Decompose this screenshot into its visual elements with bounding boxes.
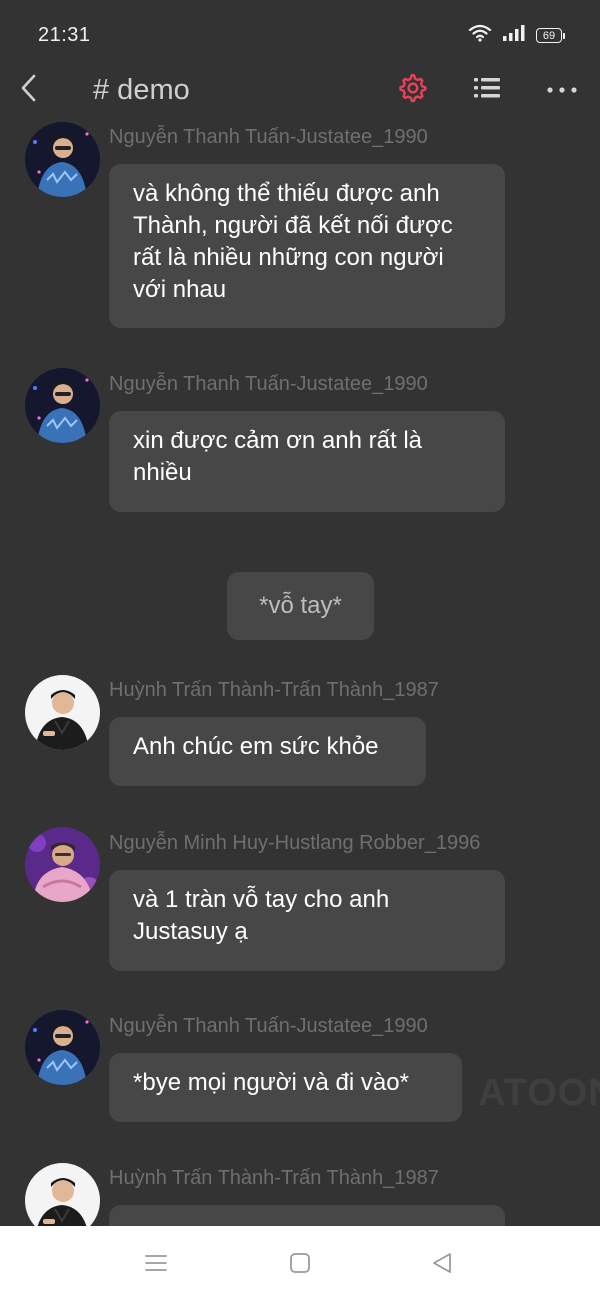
sender-name[interactable]: Huỳnh Trấn Thành-Trấn Thành_1987: [109, 679, 439, 702]
message-text-line: Thành, người đã kết nối được: [133, 212, 453, 239]
system-nav-bar: [0, 1226, 600, 1300]
message-text-line: và 1 tràn vỗ tay cho anh: [133, 886, 390, 913]
sender-name[interactable]: Nguyễn Thanh Tuấn-Justatee_1990: [109, 126, 428, 149]
sender-name[interactable]: Nguyễn Minh Huy-Hustlang Robber_1996: [109, 832, 480, 855]
back-arrow-icon: [19, 74, 37, 107]
list-icon: [473, 76, 501, 105]
battery-level: 69: [542, 29, 556, 42]
action-message[interactable]: *vỗ tay*: [227, 572, 374, 640]
message-text-line: rất là nhiều những con người: [133, 244, 444, 271]
wifi-icon: [468, 24, 492, 47]
home-button[interactable]: [285, 1250, 315, 1280]
watermark-text: ATOON: [478, 1072, 600, 1114]
message-text-line: *bye mọi người và đi vào*: [133, 1069, 409, 1096]
menu-icon: [144, 1253, 168, 1278]
settings-button[interactable]: [392, 72, 432, 108]
avatar[interactable]: [25, 122, 100, 197]
gear-icon: [397, 73, 427, 108]
system-back-button[interactable]: [427, 1250, 457, 1280]
status-time: 21:31: [38, 24, 91, 46]
message-list[interactable]: Nguyễn Thanh Tuấn-Justatee_1990 và không…: [0, 122, 600, 1226]
home-square-icon: [289, 1252, 311, 1279]
more-dots-icon: [547, 81, 577, 99]
sender-name[interactable]: Nguyễn Thanh Tuấn-Justatee_1990: [109, 1015, 428, 1038]
avatar[interactable]: [25, 1010, 100, 1085]
message-text-line: và không thể thiếu được anh: [133, 180, 440, 207]
message-bubble[interactable]: và 1 tràn vỗ tay cho anh Justasuy ạ: [109, 870, 505, 971]
back-button[interactable]: [12, 70, 44, 110]
message-text-line: xin được cảm ơn anh rất là: [133, 427, 422, 454]
more-button[interactable]: [542, 72, 582, 108]
battery-icon: 69: [536, 28, 565, 43]
sender-name[interactable]: Nguyễn Thanh Tuấn-Justatee_1990: [109, 373, 428, 396]
message-text-line: nhiều: [133, 459, 192, 486]
message-bubble[interactable]: xin được cảm ơn anh rất là nhiều: [109, 411, 505, 512]
signal-icon: [502, 24, 526, 47]
back-triangle-icon: [430, 1251, 454, 1280]
avatar[interactable]: [25, 368, 100, 443]
message-text-line: Justasuy ạ: [133, 918, 248, 945]
message-bubble[interactable]: và không thể thiếu được anh Thành, người…: [109, 164, 505, 328]
message-bubble[interactable]: Anh chúc em sức khỏe: [109, 717, 426, 786]
channel-title: # demo: [93, 74, 190, 106]
avatar[interactable]: [25, 675, 100, 750]
recents-button[interactable]: [141, 1250, 171, 1280]
message-bubble[interactable]: [109, 1205, 505, 1226]
message-bubble[interactable]: *bye mọi người và đi vào*: [109, 1053, 462, 1122]
avatar[interactable]: [25, 1163, 100, 1226]
member-list-button[interactable]: [467, 72, 507, 108]
sender-name[interactable]: Huỳnh Trấn Thành-Trấn Thành_1987: [109, 1167, 439, 1190]
message-text-line: Anh chúc em sức khỏe: [133, 733, 379, 760]
status-icons: 69: [468, 24, 565, 47]
chat-header: # demo: [0, 60, 600, 122]
avatar[interactable]: [25, 827, 100, 902]
chat-screen: 21:31 69 # demo Nguyễn Thanh Tuấn-Justat…: [0, 0, 600, 1300]
message-text-line: với nhau: [133, 276, 227, 303]
